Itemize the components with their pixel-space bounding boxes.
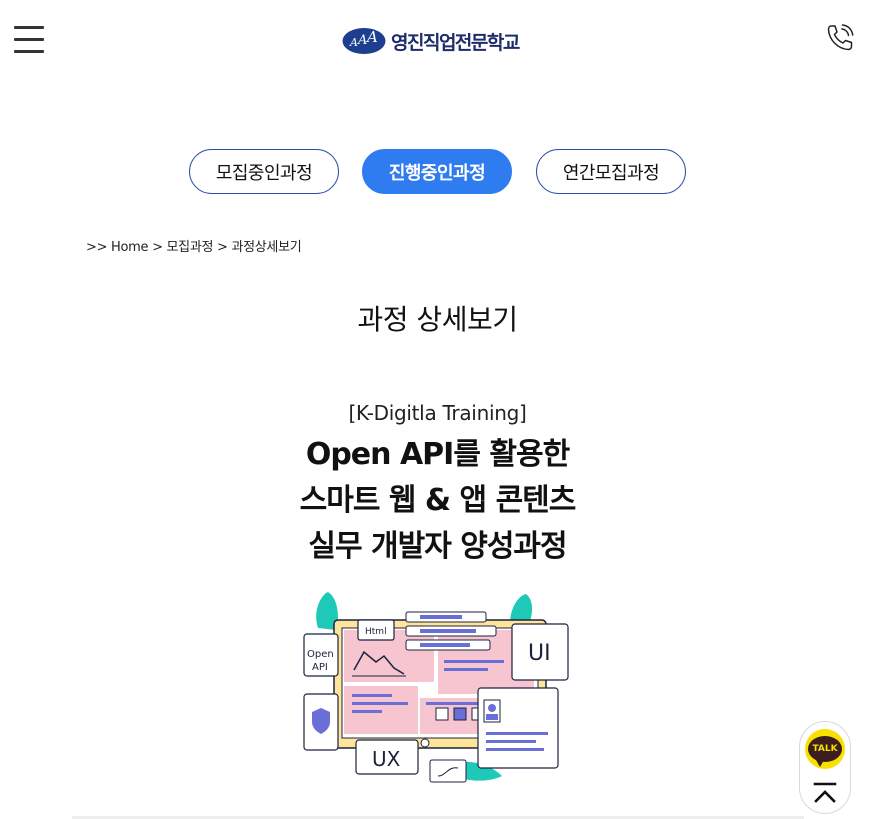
kakao-talk-button[interactable]: TALK: [805, 729, 845, 769]
logo-text: 영진직업전문학교: [391, 31, 520, 54]
hamburger-line: [14, 38, 44, 41]
svg-text:A: A: [357, 33, 367, 48]
course-title-line: Open API를 활용한: [305, 437, 570, 472]
course-title-line: 스마트 웹 & 앱 콘텐츠: [299, 483, 577, 518]
hamburger-menu-icon[interactable]: [14, 26, 44, 53]
breadcrumb: >> Home > 모집과정 > 과정상세보기: [86, 236, 302, 255]
yjac-logo-icon: A A A: [342, 28, 386, 54]
openapi-label: API: [312, 662, 328, 673]
course-title: Open API를 활용한 스마트 웹 & 앱 콘텐츠 실무 개발자 양성과정: [0, 432, 875, 570]
floating-quick-menu: TALK: [799, 721, 851, 814]
course-title-line: 실무 개발자 양성과정: [308, 529, 567, 564]
kakao-talk-icon: TALK: [808, 736, 842, 767]
ui-label: UI: [528, 641, 551, 666]
openapi-label: Open: [307, 649, 334, 660]
kakao-talk-label: TALK: [812, 744, 838, 754]
course-illustration: Html Open API UI UX: [303, 592, 569, 783]
breadcrumb-current: 과정상세보기: [231, 240, 302, 255]
breadcrumb-prefix: >>: [86, 240, 108, 255]
breadcrumb-separator: >: [152, 240, 163, 255]
ux-label: UX: [372, 747, 401, 771]
svg-text:A: A: [349, 36, 358, 49]
html-label: Html: [365, 627, 387, 637]
breadcrumb-separator: >: [217, 240, 228, 255]
page-title: 과정 상세보기: [357, 303, 518, 336]
course-tabs: 모집중인과정 진행중인과정 연간모집과정: [0, 149, 875, 195]
tab-annual[interactable]: 연간모집과정: [536, 149, 686, 194]
tab-recruiting[interactable]: 모집중인과정: [189, 149, 339, 194]
phone-icon[interactable]: [824, 22, 856, 54]
svg-text:A: A: [365, 28, 378, 46]
hamburger-line: [14, 50, 44, 53]
site-logo[interactable]: A A A 영진직업전문학교: [342, 26, 520, 56]
header: A A A 영진직업전문학교: [0, 0, 875, 80]
tab-in-progress[interactable]: 진행중인과정: [362, 149, 512, 194]
breadcrumb-recruit-link[interactable]: 모집과정: [167, 240, 214, 255]
scroll-to-top-icon[interactable]: [813, 780, 837, 806]
hamburger-line: [14, 26, 44, 29]
breadcrumb-home-link[interactable]: Home: [111, 240, 149, 255]
course-subtitle: [K-Digitla Training]: [348, 401, 527, 425]
